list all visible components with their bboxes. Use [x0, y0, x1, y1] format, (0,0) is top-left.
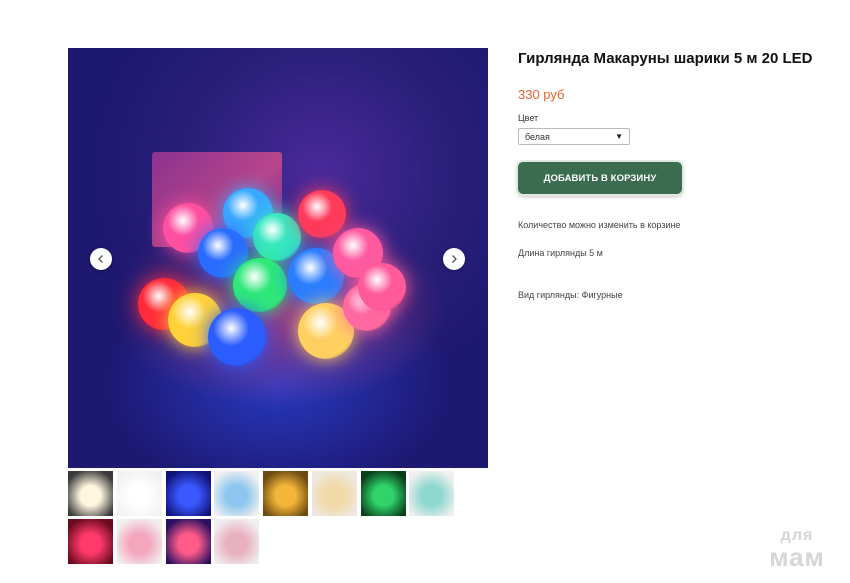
note-length: Длина гирлянды 5 м	[518, 248, 603, 258]
watermark-logo: для мам	[762, 528, 832, 572]
color-label: Цвет	[518, 113, 539, 123]
gallery-thumbnail[interactable]	[312, 471, 357, 516]
product-title: Гирлянда Макаруны шарики 5 м 20 LED	[518, 50, 813, 67]
led-ball	[358, 263, 406, 311]
gallery-prev-button[interactable]	[90, 248, 112, 270]
watermark-line2: мам	[769, 542, 825, 572]
gallery-thumbnail[interactable]	[68, 471, 113, 516]
product-main-image	[68, 48, 488, 468]
gallery-thumbnail[interactable]	[409, 471, 454, 516]
gallery-thumbnail[interactable]	[361, 471, 406, 516]
gallery-thumbnail[interactable]	[166, 519, 211, 564]
product-price: 330 руб	[518, 87, 565, 102]
color-select-value: белая	[525, 131, 550, 142]
chevron-right-icon	[452, 255, 457, 263]
led-ball	[233, 258, 287, 312]
chevron-left-icon	[98, 255, 103, 263]
gallery-thumbnail[interactable]	[68, 519, 113, 564]
led-ball	[298, 190, 346, 238]
gallery-next-button[interactable]	[443, 248, 465, 270]
gallery-thumbnail[interactable]	[117, 519, 162, 564]
dropdown-arrow-icon: ▼	[615, 132, 623, 141]
gallery-thumbnail[interactable]	[117, 471, 162, 516]
color-select[interactable]: белая ▼	[518, 128, 630, 145]
note-quantity: Количество можно изменить в корзине	[518, 220, 681, 230]
gallery-thumbnail[interactable]	[214, 519, 259, 564]
gallery-thumbnail[interactable]	[166, 471, 211, 516]
gallery-thumbnail[interactable]	[214, 471, 259, 516]
led-ball	[253, 213, 301, 261]
add-to-cart-button[interactable]: ДОБАВИТЬ В КОРЗИНУ	[518, 162, 682, 194]
gallery-thumbnail[interactable]	[263, 471, 308, 516]
led-ball	[208, 308, 266, 366]
note-type: Вид гирлянды: Фигурные	[518, 290, 623, 300]
